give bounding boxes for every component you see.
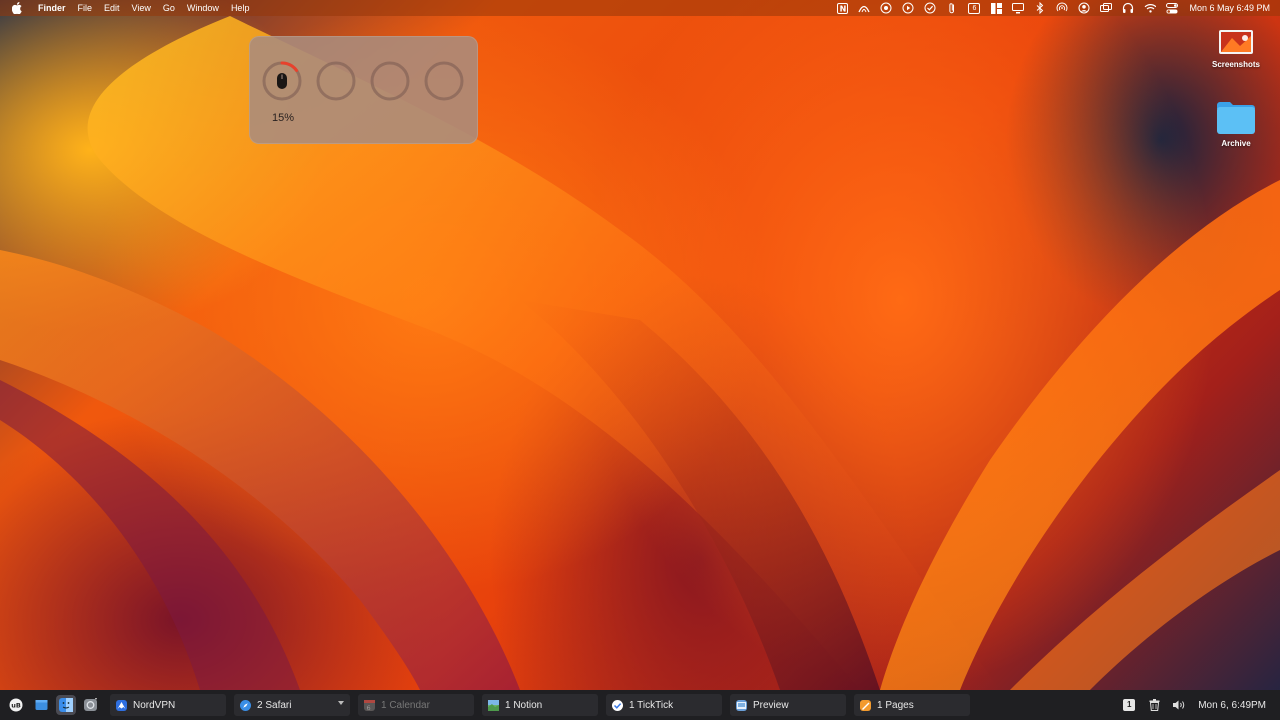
battery-ring-empty-3 (424, 61, 464, 101)
svg-text:6: 6 (367, 704, 371, 711)
menu-bar-status-area: N 6 Mon 6 May 6:49 PM (831, 0, 1274, 16)
ticktick-icon (612, 699, 623, 711)
control-center-menubar-icon[interactable] (1166, 2, 1179, 14)
paperclip-menubar-icon[interactable] (946, 2, 958, 14)
chevron-down-icon[interactable] (338, 701, 344, 705)
svg-text:N: N (840, 4, 847, 13)
calendar-icon: 6 (364, 699, 375, 712)
taskbar-task-label: 1 Pages (877, 699, 914, 711)
taskbar-task-ticktick[interactable]: 1 TickTick (606, 694, 722, 716)
nordvpn-icon (116, 699, 127, 711)
taskbar-task-nordvpn[interactable]: NordVPN (110, 694, 226, 716)
apple-menu-icon[interactable] (12, 2, 24, 14)
battery-ring-empty-1 (316, 61, 356, 101)
wallpaper (0, 16, 1280, 690)
calendar-badge-menubar-icon[interactable]: 6 (968, 2, 981, 14)
display-menubar-icon[interactable] (1012, 2, 1025, 14)
screenshot-folder-icon (1218, 28, 1254, 56)
taskbar-clock[interactable]: Mon 6, 6:49PM (1198, 700, 1266, 711)
finder-icon[interactable] (56, 695, 76, 715)
user-account-menubar-icon[interactable] (1078, 2, 1090, 14)
battery-ring-mouse (262, 61, 302, 101)
taskbar-task-label: 1 Notion (505, 699, 543, 711)
menu-view[interactable]: View (126, 0, 157, 16)
mouse-icon (277, 73, 287, 89)
menu-bar: Finder File Edit View Go Window Help N 6 (0, 0, 1280, 16)
notion-icon (488, 699, 499, 711)
desktop-window-icon[interactable] (31, 695, 51, 715)
bluetooth-menubar-icon[interactable] (1034, 2, 1046, 14)
desktop-icon-label: Screenshots (1211, 60, 1261, 69)
safari-icon (240, 699, 251, 711)
desktop-icon-archive[interactable]: Archive (1196, 101, 1276, 148)
headphones-menubar-icon[interactable] (1122, 2, 1134, 14)
calendar-badge-number: 6 (972, 5, 977, 12)
pages-icon (860, 699, 871, 711)
notion-menubar-icon[interactable]: N (836, 2, 848, 14)
desktop-icon-screenshots[interactable]: Screenshots (1196, 28, 1276, 69)
battery-ring-empty-2 (370, 61, 410, 101)
taskbar-task-label: Preview (753, 699, 789, 711)
trash-icon[interactable] (1147, 698, 1161, 712)
desktop-icon-label: Archive (1221, 139, 1251, 148)
menu-file[interactable]: File (72, 0, 99, 16)
location-menubar-icon[interactable] (880, 2, 892, 14)
taskbar-task-preview[interactable]: Preview (730, 694, 846, 716)
grid-layout-menubar-icon[interactable] (990, 2, 1002, 14)
taskbar-tray: 1 Mon 6, 6:49PM (1111, 694, 1266, 716)
taskbar-task-pages[interactable]: 1 Pages (854, 694, 970, 716)
taskbar-task-label: 2 Safari (257, 699, 292, 711)
taskbar-task-label: 1 Calendar (381, 699, 430, 711)
battery-widget[interactable]: 15% (249, 36, 478, 144)
ticktick-menubar-icon[interactable] (924, 2, 936, 14)
taskbar: uB NordVPN 2 Safari 6 1 Calendar 1 Notio… (0, 690, 1280, 720)
taskbar-task-notion[interactable]: 1 Notion (482, 694, 598, 716)
svg-text:uB: uB (11, 702, 21, 710)
ubar-logo-icon[interactable]: uB (6, 695, 26, 715)
screen-mirroring-menubar-icon[interactable] (1100, 2, 1113, 14)
battery-percent-label: 15% (272, 112, 295, 124)
system-preferences-icon[interactable] (81, 695, 101, 715)
play-menubar-icon[interactable] (902, 2, 914, 14)
taskbar-quick-launch: uB (6, 694, 106, 716)
app-menu-finder[interactable]: Finder (32, 0, 72, 16)
volume-icon[interactable] (1172, 698, 1186, 712)
desktop-number-label: 1 (1123, 699, 1136, 711)
taskbar-task-label: 1 TickTick (629, 699, 674, 711)
folder-icon (1216, 101, 1256, 135)
menu-help[interactable]: Help (225, 0, 256, 16)
menu-edit[interactable]: Edit (98, 0, 126, 16)
taskbar-task-label: NordVPN (133, 699, 176, 711)
taskbar-task-calendar[interactable]: 6 1 Calendar (358, 694, 474, 716)
wifi-menubar-icon[interactable] (1144, 2, 1157, 14)
arc-menubar-icon[interactable] (858, 2, 871, 14)
menu-window[interactable]: Window (181, 0, 225, 16)
airdrop-menubar-icon[interactable] (1056, 2, 1068, 14)
desktop-number-badge[interactable]: 1 (1122, 698, 1136, 712)
taskbar-task-safari[interactable]: 2 Safari (234, 694, 350, 716)
preview-icon (736, 699, 747, 711)
menubar-clock[interactable]: Mon 6 May 6:49 PM (1189, 3, 1270, 13)
menu-go[interactable]: Go (157, 0, 181, 16)
